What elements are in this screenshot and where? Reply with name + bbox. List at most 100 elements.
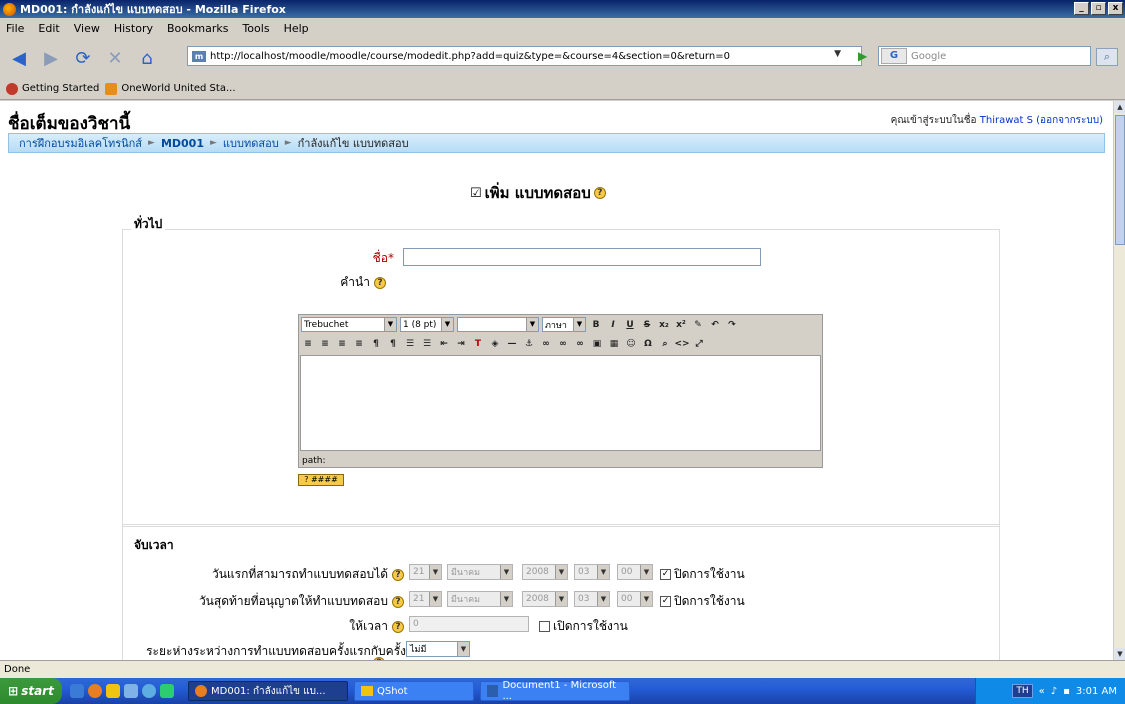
clean-word-icon[interactable]: ✎ <box>691 318 705 332</box>
help-icon[interactable]: ? <box>392 620 404 633</box>
task-word[interactable]: Document1 - Microsoft ... <box>480 680 630 702</box>
subscript-icon[interactable]: x₂ <box>657 318 671 332</box>
tray-expand-icon[interactable]: « <box>1039 686 1045 697</box>
strikethrough-icon[interactable]: S <box>640 318 654 332</box>
scroll-up-icon[interactable]: ▲ <box>1115 101 1125 113</box>
menu-tools[interactable]: Tools <box>242 22 269 35</box>
clock[interactable]: 3:01 AM <box>1076 686 1117 697</box>
superscript-icon[interactable]: x² <box>674 318 688 332</box>
align-right-icon[interactable]: ≡ <box>335 337 349 351</box>
volume-icon[interactable]: ♪ <box>1051 686 1057 697</box>
task-qshot[interactable]: QShot <box>354 681 474 701</box>
open-year-select[interactable]: 2008 ▼ <box>522 564 568 580</box>
checkbox-unchecked-icon[interactable] <box>539 621 550 632</box>
close-button[interactable]: x <box>1108 2 1123 15</box>
google-icon[interactable]: G <box>881 48 907 64</box>
anchor-icon[interactable]: ⚓ <box>522 337 536 351</box>
format-select[interactable]: ▼ <box>457 317 539 332</box>
logout-link[interactable]: (ออกจากระบบ) <box>1036 115 1103 126</box>
size-select[interactable]: 1 (8 pt) ▼ <box>400 317 454 332</box>
breadcrumb-quiz[interactable]: แบบทดสอบ <box>223 134 279 152</box>
go-icon[interactable]: ▶ <box>858 49 867 63</box>
menu-edit[interactable]: Edit <box>38 22 59 35</box>
link-icon[interactable]: ∞ <box>539 337 553 351</box>
open-disable-checkbox[interactable]: ✓ ปิดการใช้งาน <box>660 565 745 584</box>
delay-select[interactable]: ไม่มี ▼ <box>406 641 470 657</box>
task-firefox[interactable]: MD001: กำลังแก้ไข แบ... <box>188 681 348 701</box>
close-day-select[interactable]: 21 ▼ <box>409 591 442 607</box>
forward-icon[interactable]: ▶ <box>38 45 64 71</box>
url-bar[interactable]: m http://localhost/moodle/moodle/course/… <box>187 46 862 66</box>
bold-icon[interactable]: B <box>589 318 603 332</box>
open-month-select[interactable]: มีนาคม ▼ <box>447 564 513 580</box>
undo-icon[interactable]: ↶ <box>708 318 722 332</box>
ltr-icon[interactable]: ¶ <box>369 337 383 351</box>
nolink-icon[interactable]: ∞ <box>573 337 587 351</box>
justify-icon[interactable]: ≡ <box>352 337 366 351</box>
help-icon[interactable]: ? <box>374 276 386 289</box>
bookmark-getting-started[interactable]: Getting Started <box>6 82 99 95</box>
scrollbar-thumb[interactable] <box>1115 115 1125 245</box>
show-desktop-icon[interactable] <box>70 684 84 698</box>
open-day-select[interactable]: 21 ▼ <box>409 564 442 580</box>
breadcrumb-course-category[interactable]: การฝึกอบรมอิเลคโทรนิกส์ <box>19 134 142 152</box>
text-color-icon[interactable]: T <box>471 337 485 351</box>
open-hour-select[interactable]: 03 ▼ <box>574 564 610 580</box>
image-icon[interactable]: ▣ <box>590 337 604 351</box>
underline-icon[interactable]: U <box>623 318 637 332</box>
bg-color-icon[interactable]: ◈ <box>488 337 502 351</box>
scroll-down-icon[interactable]: ▼ <box>1115 648 1125 660</box>
language-select[interactable]: ภาษา ▼ <box>542 317 586 332</box>
page-scrollbar[interactable]: ▲ ▼ <box>1113 101 1125 660</box>
rtl-icon[interactable]: ¶ <box>386 337 400 351</box>
help-icon[interactable]: ? <box>392 568 404 581</box>
network-icon[interactable]: ▪ <box>1063 686 1070 697</box>
editor-textarea[interactable] <box>300 355 821 451</box>
url-dropdown-icon[interactable]: ▼ <box>834 49 841 59</box>
menu-history[interactable]: History <box>114 22 153 35</box>
minimize-button[interactable]: _ <box>1074 2 1089 15</box>
search-input[interactable]: G Google <box>878 46 1091 66</box>
menu-file[interactable]: File <box>6 22 24 35</box>
checkbox-checked-icon[interactable]: ✓ <box>660 569 671 580</box>
smiley-icon[interactable]: ☺ <box>624 337 638 351</box>
bookmark-oneworld[interactable]: OneWorld United Sta... <box>105 82 236 95</box>
help-icon[interactable]: ? <box>392 595 404 608</box>
align-center-icon[interactable]: ≡ <box>318 337 332 351</box>
font-select[interactable]: Trebuchet ▼ <box>301 317 397 332</box>
special-char-icon[interactable]: Ω <box>641 337 655 351</box>
horizontal-rule-icon[interactable]: — <box>505 337 519 351</box>
align-left-icon[interactable]: ≡ <box>301 337 315 351</box>
folder-launch-icon[interactable] <box>106 684 120 698</box>
media-launch-icon[interactable] <box>142 684 156 698</box>
timelimit-enable-checkbox[interactable]: เปิดการใช้งาน <box>539 617 628 636</box>
checkbox-checked-icon[interactable]: ✓ <box>660 596 671 607</box>
menu-bookmarks[interactable]: Bookmarks <box>167 22 228 35</box>
user-link[interactable]: Thirawat S <box>980 115 1033 126</box>
maximize-button[interactable]: ▫ <box>1091 2 1106 15</box>
reload-icon[interactable]: ⟳ <box>70 45 96 71</box>
search-replace-icon[interactable]: ⌕ <box>658 337 672 351</box>
italic-icon[interactable]: I <box>606 318 620 332</box>
breadcrumb-course[interactable]: MD001 <box>161 137 204 150</box>
table-icon[interactable]: ▦ <box>607 337 621 351</box>
editor-help-icon[interactable]: ? #### <box>298 474 344 486</box>
fullscreen-icon[interactable]: ⤢ <box>692 337 706 351</box>
open-minute-select[interactable]: 00 ▼ <box>617 564 653 580</box>
timelimit-input[interactable]: 0 <box>409 616 529 632</box>
close-hour-select[interactable]: 03 ▼ <box>574 591 610 607</box>
menu-view[interactable]: View <box>74 22 100 35</box>
close-disable-checkbox[interactable]: ✓ ปิดการใช้งาน <box>660 592 745 611</box>
search-icon[interactable]: ⌕ <box>1096 48 1118 66</box>
close-minute-select[interactable]: 00 ▼ <box>617 591 653 607</box>
menu-help[interactable]: Help <box>284 22 309 35</box>
close-year-select[interactable]: 2008 ▼ <box>522 591 568 607</box>
back-icon[interactable]: ◀ <box>6 45 32 71</box>
ordered-list-icon[interactable]: ☰ <box>403 337 417 351</box>
close-month-select[interactable]: มีนาคม ▼ <box>447 591 513 607</box>
html-source-icon[interactable]: <> <box>674 337 689 351</box>
name-input[interactable] <box>403 248 761 266</box>
stop-icon[interactable]: ✕ <box>102 45 128 71</box>
home-icon[interactable]: ⌂ <box>134 45 160 71</box>
start-button[interactable]: ⊞ start <box>0 678 62 704</box>
